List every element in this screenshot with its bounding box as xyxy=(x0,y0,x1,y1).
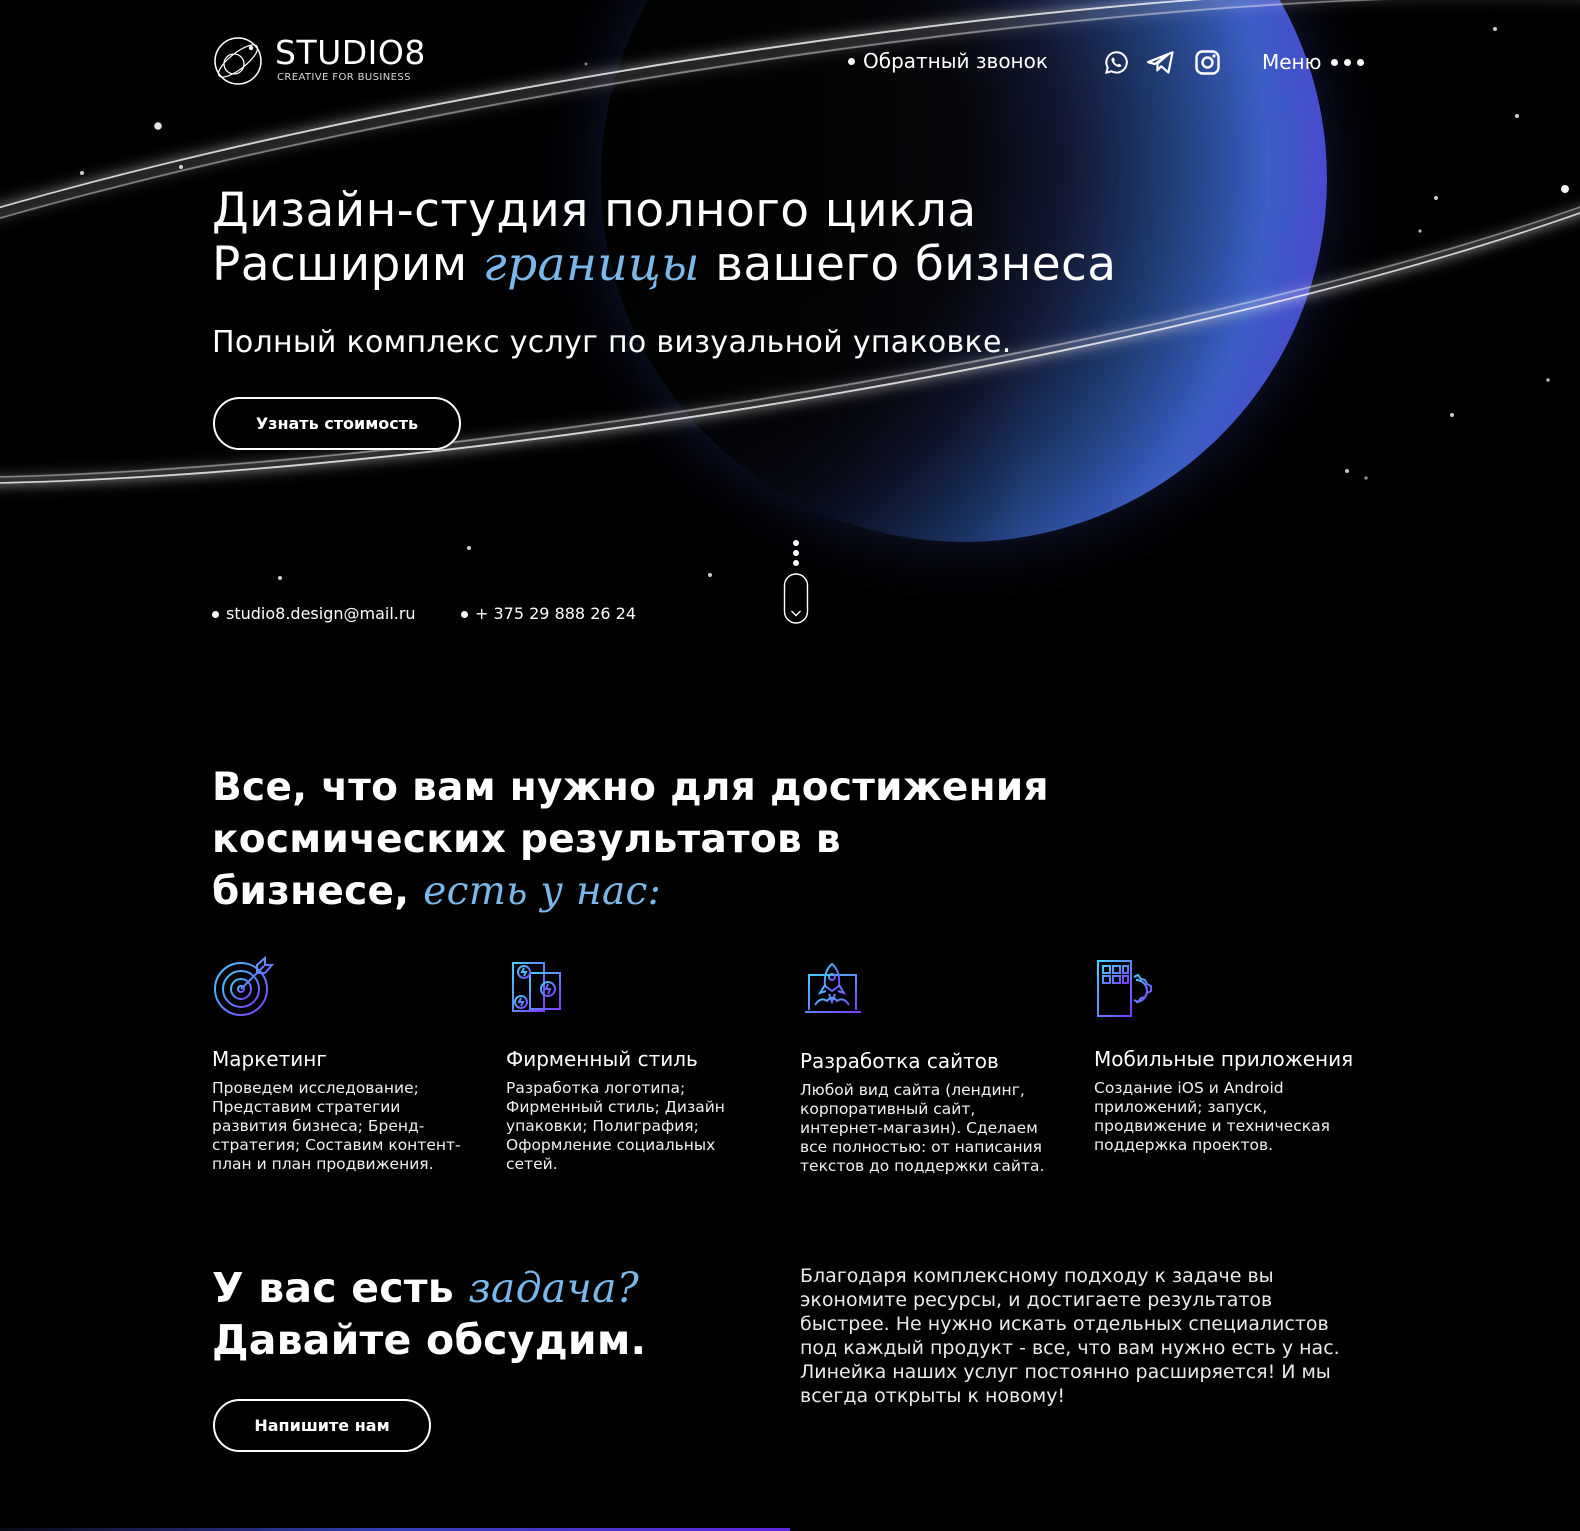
telegram-icon xyxy=(1146,51,1174,74)
service-brand-style[interactable]: Фирменный стиль Разработка логотипа; Фир… xyxy=(506,955,766,1174)
service-title: Маркетинг xyxy=(212,1047,327,1071)
task-heading-accent: задача? xyxy=(468,1264,639,1312)
scroll-down-indicator[interactable] xyxy=(783,539,809,627)
advantages-description: Благодаря комплексному подходу к задаче … xyxy=(800,1265,1340,1407)
instagram-link[interactable] xyxy=(1193,48,1222,77)
brand-style-icon xyxy=(512,962,561,1012)
instagram-icon xyxy=(1195,50,1220,75)
menu-button[interactable]: Меню xyxy=(1262,50,1365,74)
service-marketing[interactable]: Маркетинг Проведем исследование; Предста… xyxy=(212,955,472,1174)
service-title: Мобильные приложения xyxy=(1094,1047,1354,1071)
service-description: Проведем исследование; Представим страте… xyxy=(212,1079,461,1173)
services-heading: Все, что вам нужно для достижения космич… xyxy=(212,762,1062,918)
service-description: Создание iOS и Android приложений; запус… xyxy=(1094,1079,1330,1154)
email-value: studio8.design@mail.ru xyxy=(226,604,416,623)
get-price-button[interactable]: Узнать стоимость xyxy=(213,397,461,450)
hero-section: Дизайн-студия полного цикла Расширим гра… xyxy=(212,184,1116,361)
bullet-dot-icon xyxy=(461,610,468,618)
task-heading-start: У вас есть xyxy=(212,1264,454,1312)
email-contact[interactable]: studio8.design@mail.ru xyxy=(212,601,416,627)
bullet-dot-icon xyxy=(848,57,855,65)
hero-title-line1: Дизайн-студия полного цикла xyxy=(212,183,977,238)
callback-link[interactable]: Обратный звонок xyxy=(848,49,1048,73)
logo-subtitle: CREATIVE FOR BUSINESS xyxy=(277,72,411,83)
hero-subtitle: Полный комплекс услуг по визуальной упак… xyxy=(212,325,1012,360)
services-heading-line3-start: бизнесе, xyxy=(212,869,410,914)
rocket-laptop-icon xyxy=(805,962,861,1013)
services-heading-line1: Все, что вам нужно для достижения xyxy=(212,765,1049,810)
service-description: Разработка логотипа; Фирменный стиль; Ди… xyxy=(506,1079,725,1173)
hero-title-accent: границы xyxy=(482,237,700,292)
service-web-development[interactable]: Разработка сайтов Любой вид сайта (ленди… xyxy=(800,957,1060,1176)
whatsapp-icon xyxy=(1105,51,1128,74)
menu-label: Меню xyxy=(1262,50,1322,74)
more-dots-icon xyxy=(1331,58,1365,66)
phone-contact[interactable]: + 375 29 888 26 24 xyxy=(461,601,636,627)
studio-logo[interactable]: STUDIO8 CREATIVE FOR BUSINESS xyxy=(212,35,437,87)
service-title: Разработка сайтов xyxy=(800,1049,999,1073)
callback-label: Обратный звонок xyxy=(863,49,1048,73)
telegram-link[interactable] xyxy=(1146,48,1175,77)
services-heading-accent: есть у нас: xyxy=(423,869,662,914)
site-header: STUDIO8 CREATIVE FOR BUSINESS Обратный з… xyxy=(0,0,1580,120)
task-heading-line2: Давайте обсудим. xyxy=(212,1316,647,1364)
service-mobile-apps[interactable]: Мобильные приложения Создание iOS и Andr… xyxy=(1094,955,1354,1155)
hero-title-line2-end: вашего бизнеса xyxy=(715,237,1117,292)
task-heading: У вас есть задача? Давайте обсудим. xyxy=(212,1262,646,1366)
service-description: Любой вид сайта (лендинг, корпоративный … xyxy=(800,1081,1045,1175)
services-heading-line2: космических результатов в xyxy=(212,817,841,862)
bullet-dot-icon xyxy=(212,610,219,618)
hero-title: Дизайн-студия полного цикла Расширим гра… xyxy=(212,184,1116,292)
target-icon xyxy=(214,955,275,1016)
hero-title-line2-start: Расширим xyxy=(212,237,468,292)
whatsapp-link[interactable] xyxy=(1102,48,1131,77)
service-title: Фирменный стиль xyxy=(506,1047,698,1071)
contact-us-button[interactable]: Напишите нам xyxy=(213,1399,431,1452)
logo-title: STUDIO8 xyxy=(275,33,426,72)
orbit-logo-icon xyxy=(214,37,262,85)
mobile-app-icon xyxy=(1097,960,1152,1017)
phone-value: + 375 29 888 26 24 xyxy=(475,604,636,623)
